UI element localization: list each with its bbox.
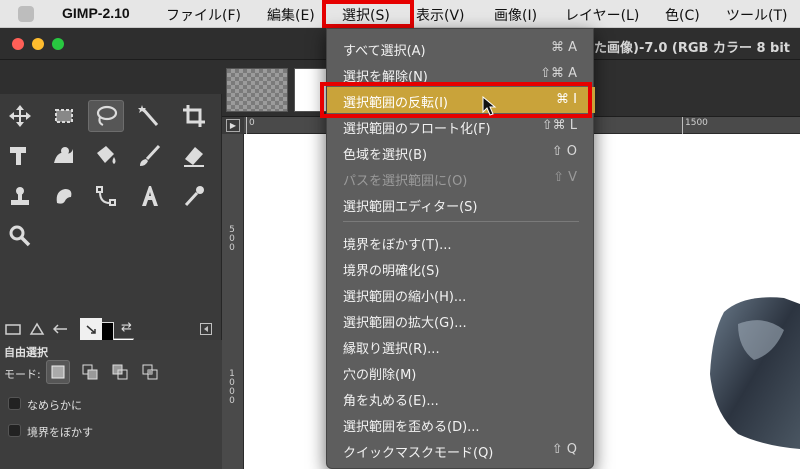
- feather-edges-label: 境界をぼかす: [27, 426, 93, 439]
- menu-item-grow[interactable]: 選択範囲の拡大(G)...: [327, 307, 595, 333]
- panel-menu-icon[interactable]: [198, 318, 214, 340]
- menu-item-select-all[interactable]: すべて選択(A) ⌘ A: [327, 35, 595, 61]
- menu-item-label: パスを選択範囲に(O): [343, 174, 468, 189]
- ruler-label: 0: [249, 118, 255, 128]
- antialias-checkbox[interactable]: [8, 397, 21, 410]
- images-tab-icon[interactable]: [80, 318, 102, 340]
- menu-item-shrink[interactable]: 選択範囲の縮小(H)...: [327, 281, 595, 307]
- smudge-icon[interactable]: [46, 180, 82, 212]
- wilber-banner: [0, 60, 222, 94]
- menu-item-shortcut: ⇧⌘ A: [540, 66, 577, 81]
- menu-item-label: 角を丸める(E)...: [343, 394, 439, 409]
- text-icon[interactable]: [132, 180, 168, 212]
- menu-item-label: 縁取り選択(R)...: [343, 342, 440, 357]
- menu-tools[interactable]: ツール(T): [726, 5, 787, 25]
- menu-item-distort[interactable]: 選択範囲を歪める(D)...: [327, 411, 595, 437]
- menu-item-label: 穴の削除(M): [343, 368, 417, 383]
- menu-item-shortcut: ⇧ V: [553, 170, 577, 185]
- device-status-tab-icon[interactable]: [26, 318, 48, 340]
- vertical-ruler: 500 1000: [222, 134, 244, 469]
- clone-icon[interactable]: [2, 180, 38, 212]
- menu-item-rounded-rectangle[interactable]: 角を丸める(E)...: [327, 385, 595, 411]
- menu-item-remove-holes[interactable]: 穴の削除(M): [327, 359, 595, 385]
- tool-options-tab-icon[interactable]: [2, 318, 24, 340]
- apple-icon[interactable]: [18, 6, 34, 22]
- menu-item-label: 選択範囲の縮小(H)...: [343, 290, 467, 305]
- menu-item-sharpen[interactable]: 境界の明確化(S): [327, 255, 595, 281]
- antialias-label: なめらかに: [27, 399, 82, 412]
- menu-item-quick-mask[interactable]: クイックマスクモード(Q) ⇧ Q: [327, 437, 595, 463]
- mode-add-button[interactable]: [78, 360, 102, 384]
- menu-item-label: すべて選択(A): [343, 44, 426, 59]
- quick-mask-menu-icon[interactable]: ▶: [226, 119, 240, 132]
- menu-item-label: 選択範囲エディター(S): [343, 200, 478, 215]
- mode-intersect-button[interactable]: [138, 360, 162, 384]
- menu-item-shortcut: ⇧ O: [551, 144, 577, 159]
- menu-item-select-by-color[interactable]: 色域を選択(B) ⇧ O: [327, 139, 595, 165]
- minimize-window-button[interactable]: [32, 38, 44, 50]
- menu-item-shortcut: ⌘ A: [550, 40, 577, 55]
- undo-history-tab-icon[interactable]: [50, 318, 72, 340]
- feather-edges-checkbox[interactable]: [8, 424, 21, 437]
- image-tab-transparent[interactable]: [226, 68, 288, 112]
- mode-replace-button[interactable]: [46, 360, 70, 384]
- ruler-label: 1500: [685, 118, 708, 128]
- menu-item-path-to-selection: パスを選択範囲に(O) ⇧ V: [327, 165, 595, 191]
- window-title: た画像)-7.0 (RGB カラー 8 bit: [594, 41, 791, 56]
- mode-label: モード:: [4, 368, 41, 381]
- mouse-cursor-icon: [482, 96, 497, 116]
- close-window-button[interactable]: [12, 38, 24, 50]
- warp-icon[interactable]: [46, 140, 82, 172]
- menu-select-highlight-frame: [322, 0, 414, 28]
- app-name-menu[interactable]: GIMP-2.10: [62, 5, 130, 21]
- menu-item-save-to-channel[interactable]: チャンネルに保存(C): [327, 463, 595, 469]
- bucket-fill-icon[interactable]: [88, 140, 124, 172]
- menu-item-selection-editor[interactable]: 選択範囲エディター(S): [327, 191, 595, 217]
- ruler-label: 1000: [229, 369, 235, 406]
- zoom-icon[interactable]: [2, 220, 38, 252]
- menu-item-border[interactable]: 縁取り選択(R)...: [327, 333, 595, 359]
- menu-item-label: 色域を選択(B): [343, 148, 428, 163]
- crop-icon[interactable]: [176, 100, 212, 132]
- path-icon[interactable]: [88, 180, 124, 212]
- menu-item-label: 選択範囲の拡大(G)...: [343, 316, 467, 331]
- menu-item-label: 境界をぼかす(T)...: [343, 238, 452, 253]
- paintbrush-icon[interactable]: [132, 140, 168, 172]
- fuzzy-select-icon[interactable]: [132, 100, 168, 132]
- lasso-icon[interactable]: [88, 100, 124, 132]
- menu-item-label: クイックマスクモード(Q): [343, 446, 494, 461]
- menu-separator: [343, 221, 579, 222]
- menu-image[interactable]: 画像(I): [494, 5, 537, 25]
- menu-colors[interactable]: 色(C): [665, 5, 700, 25]
- tool-options-title: 自由選択: [4, 346, 48, 359]
- ruler-corner: ▶: [222, 117, 244, 134]
- menu-item-shortcut: ⇧⌘ L: [541, 118, 577, 133]
- zoom-window-button[interactable]: [52, 38, 64, 50]
- rect-select-icon[interactable]: [46, 100, 82, 132]
- tool-options-panel: 自由選択 モード: なめらかに 境界をぼかす: [0, 340, 222, 469]
- menu-item-label: 選択範囲のフロート化(F): [343, 122, 491, 137]
- eraser-icon[interactable]: [176, 140, 212, 172]
- menu-layer[interactable]: レイヤー(L): [565, 5, 639, 25]
- menu-item-label: 境界の明確化(S): [343, 264, 440, 279]
- tool-options-tabs: [0, 318, 222, 340]
- ruler-label: 500: [229, 225, 235, 253]
- menu-edit[interactable]: 編集(E): [267, 5, 315, 25]
- menu-item-shortcut: ⇧ Q: [551, 442, 577, 457]
- color-picker-icon[interactable]: [176, 180, 212, 212]
- transform-icon[interactable]: [2, 140, 38, 172]
- mode-subtract-button[interactable]: [108, 360, 132, 384]
- invert-selection-highlight-frame: [320, 82, 592, 118]
- menu-item-feather[interactable]: 境界をぼかす(T)...: [327, 229, 595, 255]
- menu-file[interactable]: ファイル(F): [166, 5, 241, 25]
- move-icon[interactable]: [2, 100, 38, 132]
- menu-view[interactable]: 表示(V): [416, 5, 465, 25]
- menu-item-label: 選択範囲を歪める(D)...: [343, 420, 480, 435]
